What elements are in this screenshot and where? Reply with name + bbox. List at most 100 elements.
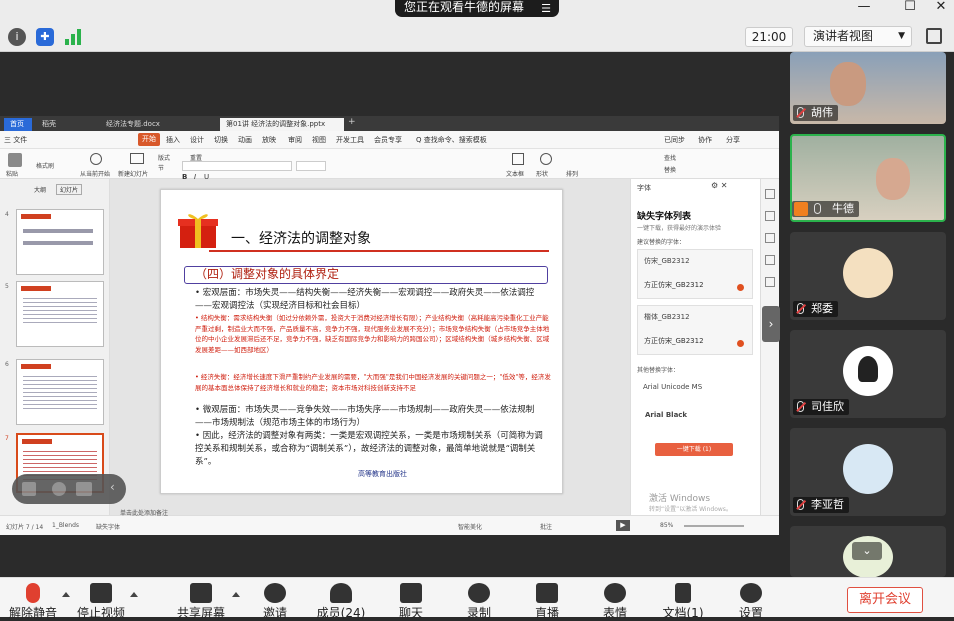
ribbon-paste[interactable]: 粘贴 bbox=[6, 169, 18, 178]
menu-collab[interactable]: 协作 bbox=[698, 135, 712, 145]
members-button[interactable]: 成员(24) bbox=[312, 583, 370, 621]
notes-placeholder[interactable]: 单击此处添加备注 bbox=[120, 508, 168, 517]
share-screen-button[interactable]: 共享屏幕 bbox=[172, 583, 230, 621]
menu-share[interactable]: 分享 bbox=[726, 135, 740, 145]
textbox-icon[interactable] bbox=[512, 153, 524, 165]
ribbon-shape[interactable]: 形状 bbox=[536, 169, 548, 178]
font-item-download-icon[interactable] bbox=[737, 340, 744, 347]
shape-icon[interactable] bbox=[540, 153, 552, 165]
search-command[interactable]: Q 查找命令、搜索模板 bbox=[416, 135, 487, 145]
current-slide[interactable]: 一、经济法的调整对象 （四）调整对象的具体界定 • 宏观层面：市场失灵——结构失… bbox=[160, 189, 563, 494]
collapse-toolbar-icon[interactable]: ‹ bbox=[110, 480, 115, 494]
ribbon-format-painter[interactable]: 格式刷 bbox=[36, 161, 54, 170]
live-button[interactable]: 直播 bbox=[518, 583, 576, 621]
font-arial-unicode[interactable]: Arial Unicode MS bbox=[643, 383, 702, 391]
record-button[interactable]: 录制 bbox=[450, 583, 508, 621]
presenter-view-dropdown[interactable]: 演讲者视图 ▼ bbox=[804, 26, 912, 47]
zoom-slider[interactable] bbox=[684, 525, 744, 527]
collapse-panel-icon[interactable]: › bbox=[762, 306, 780, 342]
slide-thumbnail[interactable] bbox=[16, 209, 104, 275]
tool-icon[interactable] bbox=[765, 233, 775, 243]
slide-thumbnail[interactable] bbox=[16, 359, 104, 425]
font-size-selector[interactable] bbox=[296, 161, 326, 171]
invite-button[interactable]: 邀请 bbox=[246, 583, 304, 621]
maximize-icon[interactable]: ☐ bbox=[898, 0, 922, 14]
reactions-button[interactable]: 表情 bbox=[586, 583, 644, 621]
info-icon[interactable]: i bbox=[8, 28, 26, 46]
grid-icon[interactable] bbox=[22, 482, 36, 496]
chevron-up-icon[interactable] bbox=[62, 592, 70, 597]
tab-docer[interactable]: 稻壳 bbox=[36, 118, 96, 131]
ribbon-find[interactable]: 查找 bbox=[664, 153, 676, 162]
tool-icon[interactable] bbox=[765, 189, 775, 199]
tab-pptx[interactable]: 第01讲 经济法的调整对象.pptx bbox=[220, 118, 344, 131]
font-selector[interactable] bbox=[182, 161, 292, 171]
menu-animation[interactable]: 动画 bbox=[238, 135, 252, 145]
zoom-level[interactable]: 85% bbox=[660, 522, 673, 529]
panel-settings-icon[interactable]: ⚙ ✕ bbox=[711, 181, 727, 190]
settings-button[interactable]: 设置 bbox=[722, 583, 780, 621]
tool-icon[interactable] bbox=[765, 211, 775, 221]
font-item-download-icon[interactable] bbox=[737, 284, 744, 291]
play-icon[interactable] bbox=[90, 153, 102, 165]
menu-view[interactable]: 视图 bbox=[312, 135, 326, 145]
menu-slideshow[interactable]: 放映 bbox=[262, 135, 276, 145]
tab-outline[interactable]: 大纲 bbox=[34, 185, 46, 194]
participant-tile[interactable]: 李亚哲 bbox=[790, 428, 946, 516]
download-all-button[interactable]: 一键下载 (1) bbox=[655, 443, 733, 456]
font-item-replacement[interactable]: 方正仿宋_GB2312 bbox=[644, 336, 746, 346]
new-slide-icon[interactable] bbox=[130, 153, 144, 164]
ribbon-section[interactable]: 节 bbox=[158, 163, 164, 172]
tab-home[interactable]: 首页 bbox=[4, 118, 32, 131]
fullscreen-icon[interactable] bbox=[926, 28, 942, 44]
signal-icon[interactable] bbox=[64, 28, 82, 46]
menu-review[interactable]: 审阅 bbox=[288, 135, 302, 145]
chevron-up-icon[interactable] bbox=[232, 592, 240, 597]
ribbon-arrange[interactable]: 排列 bbox=[566, 169, 578, 178]
menu-developer[interactable]: 开发工具 bbox=[336, 135, 364, 145]
scroll-down-icon[interactable]: ⌄ bbox=[852, 542, 882, 560]
screen-share-banner[interactable]: 您正在观看牛德的屏幕 ☰ bbox=[395, 0, 559, 17]
ribbon-from-current[interactable]: 从当前开始 bbox=[80, 169, 110, 178]
tool-icon[interactable] bbox=[765, 277, 775, 287]
slide-thumbnail[interactable] bbox=[16, 281, 104, 347]
participant-tile-active[interactable]: 牛德 bbox=[790, 134, 946, 222]
menu-insert[interactable]: 插入 bbox=[166, 135, 180, 145]
paste-icon[interactable] bbox=[8, 153, 22, 167]
smart-beautify[interactable]: 智能美化 bbox=[458, 522, 482, 531]
ribbon-layout[interactable]: 版式 bbox=[158, 153, 170, 162]
chevron-up-icon[interactable] bbox=[130, 592, 138, 597]
ribbon-replace[interactable]: 替换 bbox=[664, 165, 676, 174]
minimize-icon[interactable]: — bbox=[852, 0, 876, 14]
participant-tile[interactable]: ⌄ bbox=[790, 526, 946, 577]
font-arial-black[interactable]: Arial Black bbox=[645, 411, 687, 419]
comment-button[interactable]: 批注 bbox=[540, 522, 552, 531]
ribbon-new-slide[interactable]: 新建幻灯片 bbox=[118, 169, 148, 178]
font-item[interactable]: 楷体_GB2312 方正仿宋_GB2312 bbox=[637, 305, 753, 355]
menu-file[interactable]: 三 文件 bbox=[4, 135, 27, 145]
unmute-button[interactable]: 解除静音 bbox=[4, 583, 62, 621]
menu-transition[interactable]: 切换 bbox=[214, 135, 228, 145]
ribbon-textbox[interactable]: 文本框 bbox=[506, 169, 524, 178]
menu-start[interactable]: 开始 bbox=[138, 133, 160, 146]
close-icon[interactable]: ✕ bbox=[929, 0, 953, 14]
participant-tile[interactable]: 胡伟 bbox=[790, 52, 946, 124]
new-tab-icon[interactable]: + bbox=[348, 117, 356, 127]
font-item[interactable]: 仿宋_GB2312 方正仿宋_GB2312 bbox=[637, 249, 753, 299]
participant-tile[interactable]: 郑委 bbox=[790, 232, 946, 320]
chat-icon[interactable] bbox=[76, 482, 92, 496]
menu-design[interactable]: 设计 bbox=[190, 135, 204, 145]
tab-doc[interactable]: 经济法专题.docx bbox=[100, 118, 216, 131]
chat-button[interactable]: 聊天 bbox=[382, 583, 440, 621]
leave-meeting-button[interactable]: 离开会议 bbox=[847, 587, 923, 613]
font-item-replacement[interactable]: 方正仿宋_GB2312 bbox=[644, 280, 746, 290]
docs-button[interactable]: 文档(1) bbox=[654, 583, 712, 621]
missing-font-status[interactable]: 缺失字体 bbox=[96, 522, 120, 531]
stop-video-button[interactable]: 停止视频 bbox=[72, 583, 130, 621]
tab-slides[interactable]: 幻灯片 bbox=[56, 184, 83, 195]
play-slideshow-icon[interactable]: ▶ bbox=[616, 520, 630, 531]
participant-tile[interactable]: 司佳欣 bbox=[790, 330, 946, 418]
menu-member[interactable]: 会员专享 bbox=[374, 135, 402, 145]
emoji-icon[interactable] bbox=[52, 482, 66, 496]
menu-icon[interactable]: ☰ bbox=[541, 1, 551, 16]
